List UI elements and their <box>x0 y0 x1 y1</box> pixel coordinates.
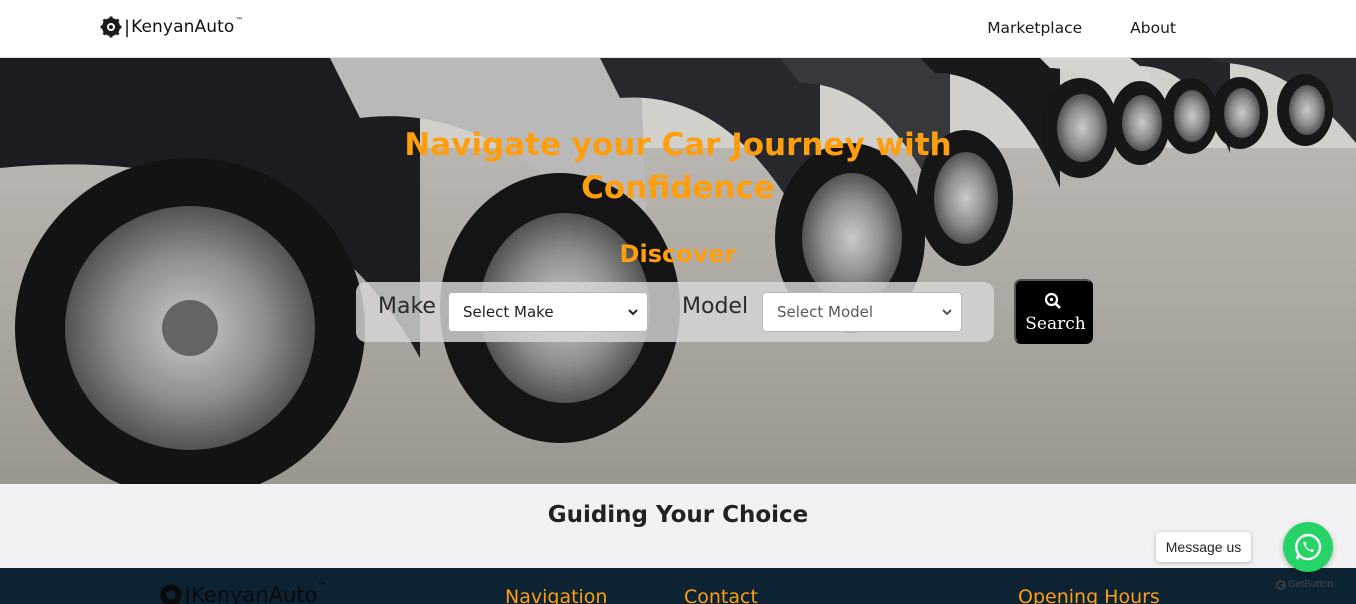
chevron-down-icon <box>942 309 952 316</box>
gear-car-logo-icon <box>160 584 182 604</box>
hero-title: Navigate your Car Journey with Confidenc… <box>404 127 952 206</box>
whatsapp-button[interactable] <box>1283 522 1333 572</box>
brand-logo-link[interactable]: | KenyanAuto ™ <box>100 14 243 40</box>
gear-car-logo-icon <box>100 16 122 38</box>
magnifier-icon <box>1044 292 1061 309</box>
section-title: Guiding Your Choice <box>547 502 809 528</box>
nav-link-about[interactable]: About <box>1130 19 1176 37</box>
discover-heading: Discover <box>619 240 737 268</box>
footer-trademark: ™ <box>317 582 327 592</box>
chevron-down-icon <box>628 309 638 316</box>
getbutton-label: GetButton <box>1288 579 1334 590</box>
brand-divider: | <box>124 16 131 38</box>
nav-links: Marketplace About <box>987 19 1176 37</box>
model-select-value: Select Model <box>777 303 874 321</box>
whatsapp-icon <box>1295 533 1322 561</box>
nav-link-marketplace[interactable]: Marketplace <box>987 19 1082 37</box>
getbutton-logo-icon <box>1276 579 1286 590</box>
message-us-bubble[interactable]: Message us <box>1156 532 1251 562</box>
guiding-section: Guiding Your Choice <box>0 484 1356 568</box>
search-button-label: Search <box>1025 314 1086 334</box>
getbutton-credit[interactable]: GetButton <box>1276 579 1333 590</box>
hero-section: Navigate your Car Journey with Confidenc… <box>0 58 1356 484</box>
hero-background-cars-image <box>0 58 1356 484</box>
trademark-symbol: ™ <box>235 15 244 25</box>
model-label: Model <box>682 294 749 319</box>
footer-brand-divider: | <box>184 583 192 604</box>
footer-heading-opening-hours: Opening Hours <box>1018 586 1160 604</box>
top-navbar: | KenyanAuto ™ Marketplace About <box>0 0 1356 58</box>
make-label: Make <box>378 294 436 319</box>
model-select[interactable]: Select Model <box>762 292 962 332</box>
car-search-panel: Make Select Make Model Select Model <box>356 282 994 342</box>
search-button[interactable]: Search <box>1014 279 1093 344</box>
make-select-value: Select Make <box>463 303 554 321</box>
footer-heading-contact: Contact <box>684 586 758 604</box>
footer: | KenyanAuto ™ Navigation Contact Openin… <box>0 568 1356 604</box>
footer-brand: | KenyanAuto ™ <box>158 582 326 604</box>
footer-brand-name: KenyanAuto <box>191 583 318 604</box>
footer-heading-navigation: Navigation <box>505 586 608 604</box>
make-select[interactable]: Select Make <box>448 292 648 332</box>
brand-name: KenyanAuto <box>131 17 235 37</box>
